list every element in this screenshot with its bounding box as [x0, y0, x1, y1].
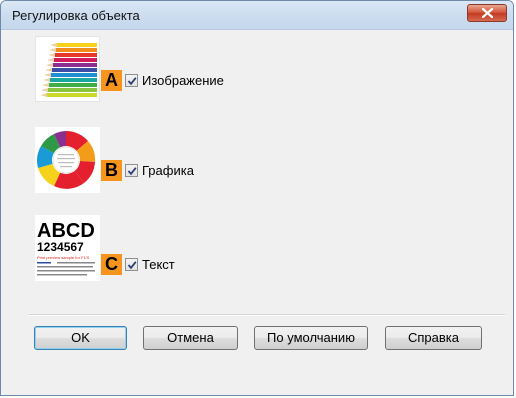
- option-row-text: ABCD 1234567 Print preview sample for F1…: [35, 215, 435, 285]
- graphics-option-label[interactable]: Графика: [142, 163, 194, 178]
- title-bar[interactable]: Регулировка объекта: [1, 1, 513, 30]
- dialog-title: Регулировка объекта: [12, 8, 140, 23]
- checkmark-icon: [127, 77, 137, 86]
- text-sample-caption: Print preview sample for F1/S: [37, 255, 90, 260]
- close-button[interactable]: [467, 4, 507, 22]
- text-option-label[interactable]: Текст: [142, 257, 175, 272]
- object-adjust-dialog: Регулировка объекта A Изображение B Граф…: [0, 0, 514, 396]
- text-sample-icon: ABCD 1234567 Print preview sample for F1…: [35, 215, 100, 281]
- option-badge: B: [101, 160, 122, 181]
- close-icon: [482, 8, 493, 18]
- option-row-graphics: B Графика: [35, 127, 435, 197]
- image-checkbox[interactable]: [125, 74, 138, 87]
- option-badge: C: [101, 254, 122, 275]
- ok-button[interactable]: OK: [34, 326, 127, 350]
- text-checkbox[interactable]: [125, 258, 138, 271]
- default-button[interactable]: По умолчанию: [254, 326, 368, 350]
- help-button[interactable]: Справка: [385, 326, 482, 350]
- option-row-image: A Изображение: [35, 36, 435, 106]
- option-badge: A: [101, 70, 122, 91]
- color-pencils-icon: [35, 36, 100, 102]
- checkmark-icon: [127, 261, 137, 270]
- image-option-label[interactable]: Изображение: [142, 73, 224, 88]
- text-sample-heading: ABCD: [37, 220, 95, 242]
- graphics-checkbox[interactable]: [125, 164, 138, 177]
- text-sample-digits: 1234567: [37, 240, 84, 254]
- checkmark-icon: [127, 167, 137, 176]
- cancel-button[interactable]: Отмена: [143, 326, 238, 350]
- text-sample-lines-icon: [37, 262, 95, 276]
- separator: [29, 314, 505, 316]
- pie-chart-icon: [35, 127, 100, 193]
